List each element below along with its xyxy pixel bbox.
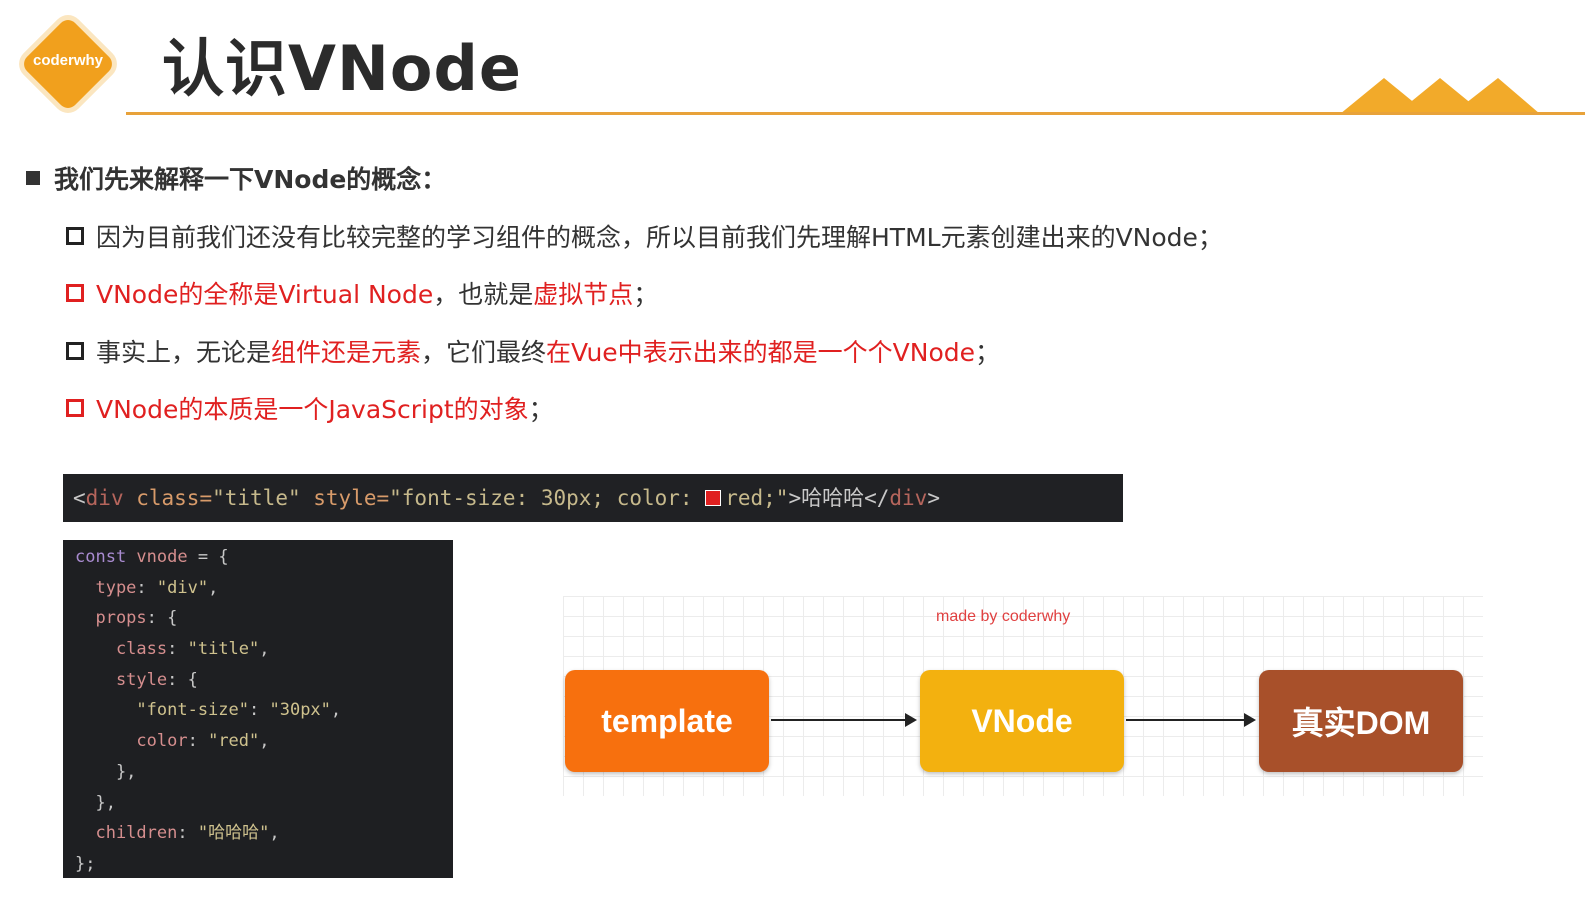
code-token: : { <box>167 669 198 690</box>
open-square-icon <box>66 342 84 360</box>
code-token: , <box>269 823 280 844</box>
code-line: style: { <box>63 665 453 696</box>
made-by-label: made by coderwhy <box>936 608 1071 625</box>
real-dom-node: 真实DOM <box>1259 670 1463 772</box>
code-token: : <box>177 823 198 844</box>
arrow-right-icon <box>1126 713 1256 727</box>
arrow-right-icon <box>771 713 917 727</box>
code-line: type: "div", <box>63 573 453 604</box>
code-line: color: "red", <box>63 726 453 757</box>
code-token: style= <box>300 486 390 510</box>
code-token: "30px" <box>269 700 331 721</box>
coderwhy-logo: coderwhy <box>19 15 117 113</box>
bullet-4-part-2: ； <box>528 395 554 424</box>
code-token: div <box>889 486 928 510</box>
code-token: "font-size" <box>75 700 249 721</box>
code-token: const <box>75 547 137 567</box>
code-token: type <box>75 577 137 598</box>
code-token: : <box>187 731 209 752</box>
code-token: class <box>75 639 168 660</box>
code-token: = { <box>187 547 229 567</box>
code-token: < <box>73 486 86 510</box>
bullet-1-text: 因为目前我们还没有比较完整的学习组件的概念，所以目前我们先理解HTML元素创建出… <box>96 223 1223 252</box>
code-token: "title" <box>187 639 260 660</box>
code-token: : <box>249 700 270 721</box>
bullet-3-part-5: ； <box>975 338 1001 367</box>
code-token: "red" <box>208 731 260 752</box>
code-token: "哈哈哈" <box>197 823 270 844</box>
open-square-icon <box>66 284 84 302</box>
open-square-icon <box>66 399 84 417</box>
header-divider <box>126 112 1585 115</box>
open-square-icon <box>66 227 84 245</box>
code-line: }, <box>75 761 137 782</box>
code-token: , <box>259 639 270 660</box>
code-token: class= <box>123 486 213 510</box>
bullet-2-part-1: VNode的全称是Virtual Node <box>96 280 434 309</box>
bullet-3-part-3: ，它们最终 <box>421 338 547 367</box>
vnode-code-block: const vnode = { type: "div", props: { cl… <box>63 540 453 878</box>
mountain-decoration <box>1340 78 1540 114</box>
code-token: : <box>136 577 157 598</box>
code-token: props <box>75 608 147 629</box>
bullet-3-part-2: 组件还是元素 <box>271 338 422 367</box>
bullet-2-part-4: ； <box>633 280 659 309</box>
logo-text: coderwhy <box>32 52 104 69</box>
code-token: style <box>75 669 168 690</box>
code-line: }; <box>75 853 96 874</box>
bullet-3-part-1: 事实上，无论是 <box>96 338 272 367</box>
bullet-1: 因为目前我们还没有比较完整的学习组件的概念，所以目前我们先理解HTML元素创建出… <box>66 218 1223 254</box>
code-token: , <box>259 731 270 752</box>
code-line: "font-size": "30px", <box>63 695 453 726</box>
bullet-2-part-3: 虚拟节点 <box>533 280 634 309</box>
code-token: "font-size: 30px; color: <box>389 486 706 510</box>
code-token: color <box>75 731 188 752</box>
template-node: template <box>565 670 769 772</box>
code-line: const vnode = { <box>63 542 453 573</box>
code-token: red;" <box>725 486 789 510</box>
code-line: props: { <box>63 603 453 634</box>
bullet-4-part-1: VNode的本质是一个JavaScript的对象 <box>96 395 529 424</box>
vnode-node: VNode <box>920 670 1124 772</box>
filled-square-icon <box>26 171 40 185</box>
code-line: children: "哈哈哈", <box>63 818 453 849</box>
slide-title: 认识VNode <box>162 32 522 105</box>
code-line: class: "title", <box>63 634 453 665</box>
code-token: : <box>167 639 188 660</box>
code-token: > <box>927 486 940 510</box>
main-bullet-text: 我们先来解释一下VNode的概念： <box>54 165 447 194</box>
bullet-2-part-2: ，也就是 <box>433 280 534 309</box>
bullet-2: VNode的全称是Virtual Node ，也就是 虚拟节点； <box>66 275 658 311</box>
code-token: div <box>85 486 124 510</box>
html-code-snippet: <div class="title" style="font-size: 30p… <box>63 474 1123 522</box>
red-color-swatch <box>705 490 722 506</box>
bullet-3: 事实上，无论是 组件还是元素 ，它们最终 在Vue中表示出来的都是一个个VNode； <box>66 333 1000 369</box>
bullet-3-part-4: 在Vue中表示出来的都是一个个VNode <box>546 338 976 367</box>
code-token: "div" <box>156 577 209 598</box>
code-line: }, <box>75 792 116 813</box>
code-token: vnode <box>136 547 188 567</box>
bullet-4: VNode的本质是一个JavaScript的对象； <box>66 390 554 426</box>
main-bullet: 我们先来解释一下VNode的概念： <box>26 160 446 196</box>
code-token: "title" <box>212 486 301 510</box>
code-token: >哈哈哈</ <box>788 486 890 510</box>
code-token: , <box>330 700 342 721</box>
code-token: , <box>208 577 219 598</box>
code-token: : { <box>146 608 178 629</box>
code-token: children <box>75 823 178 844</box>
